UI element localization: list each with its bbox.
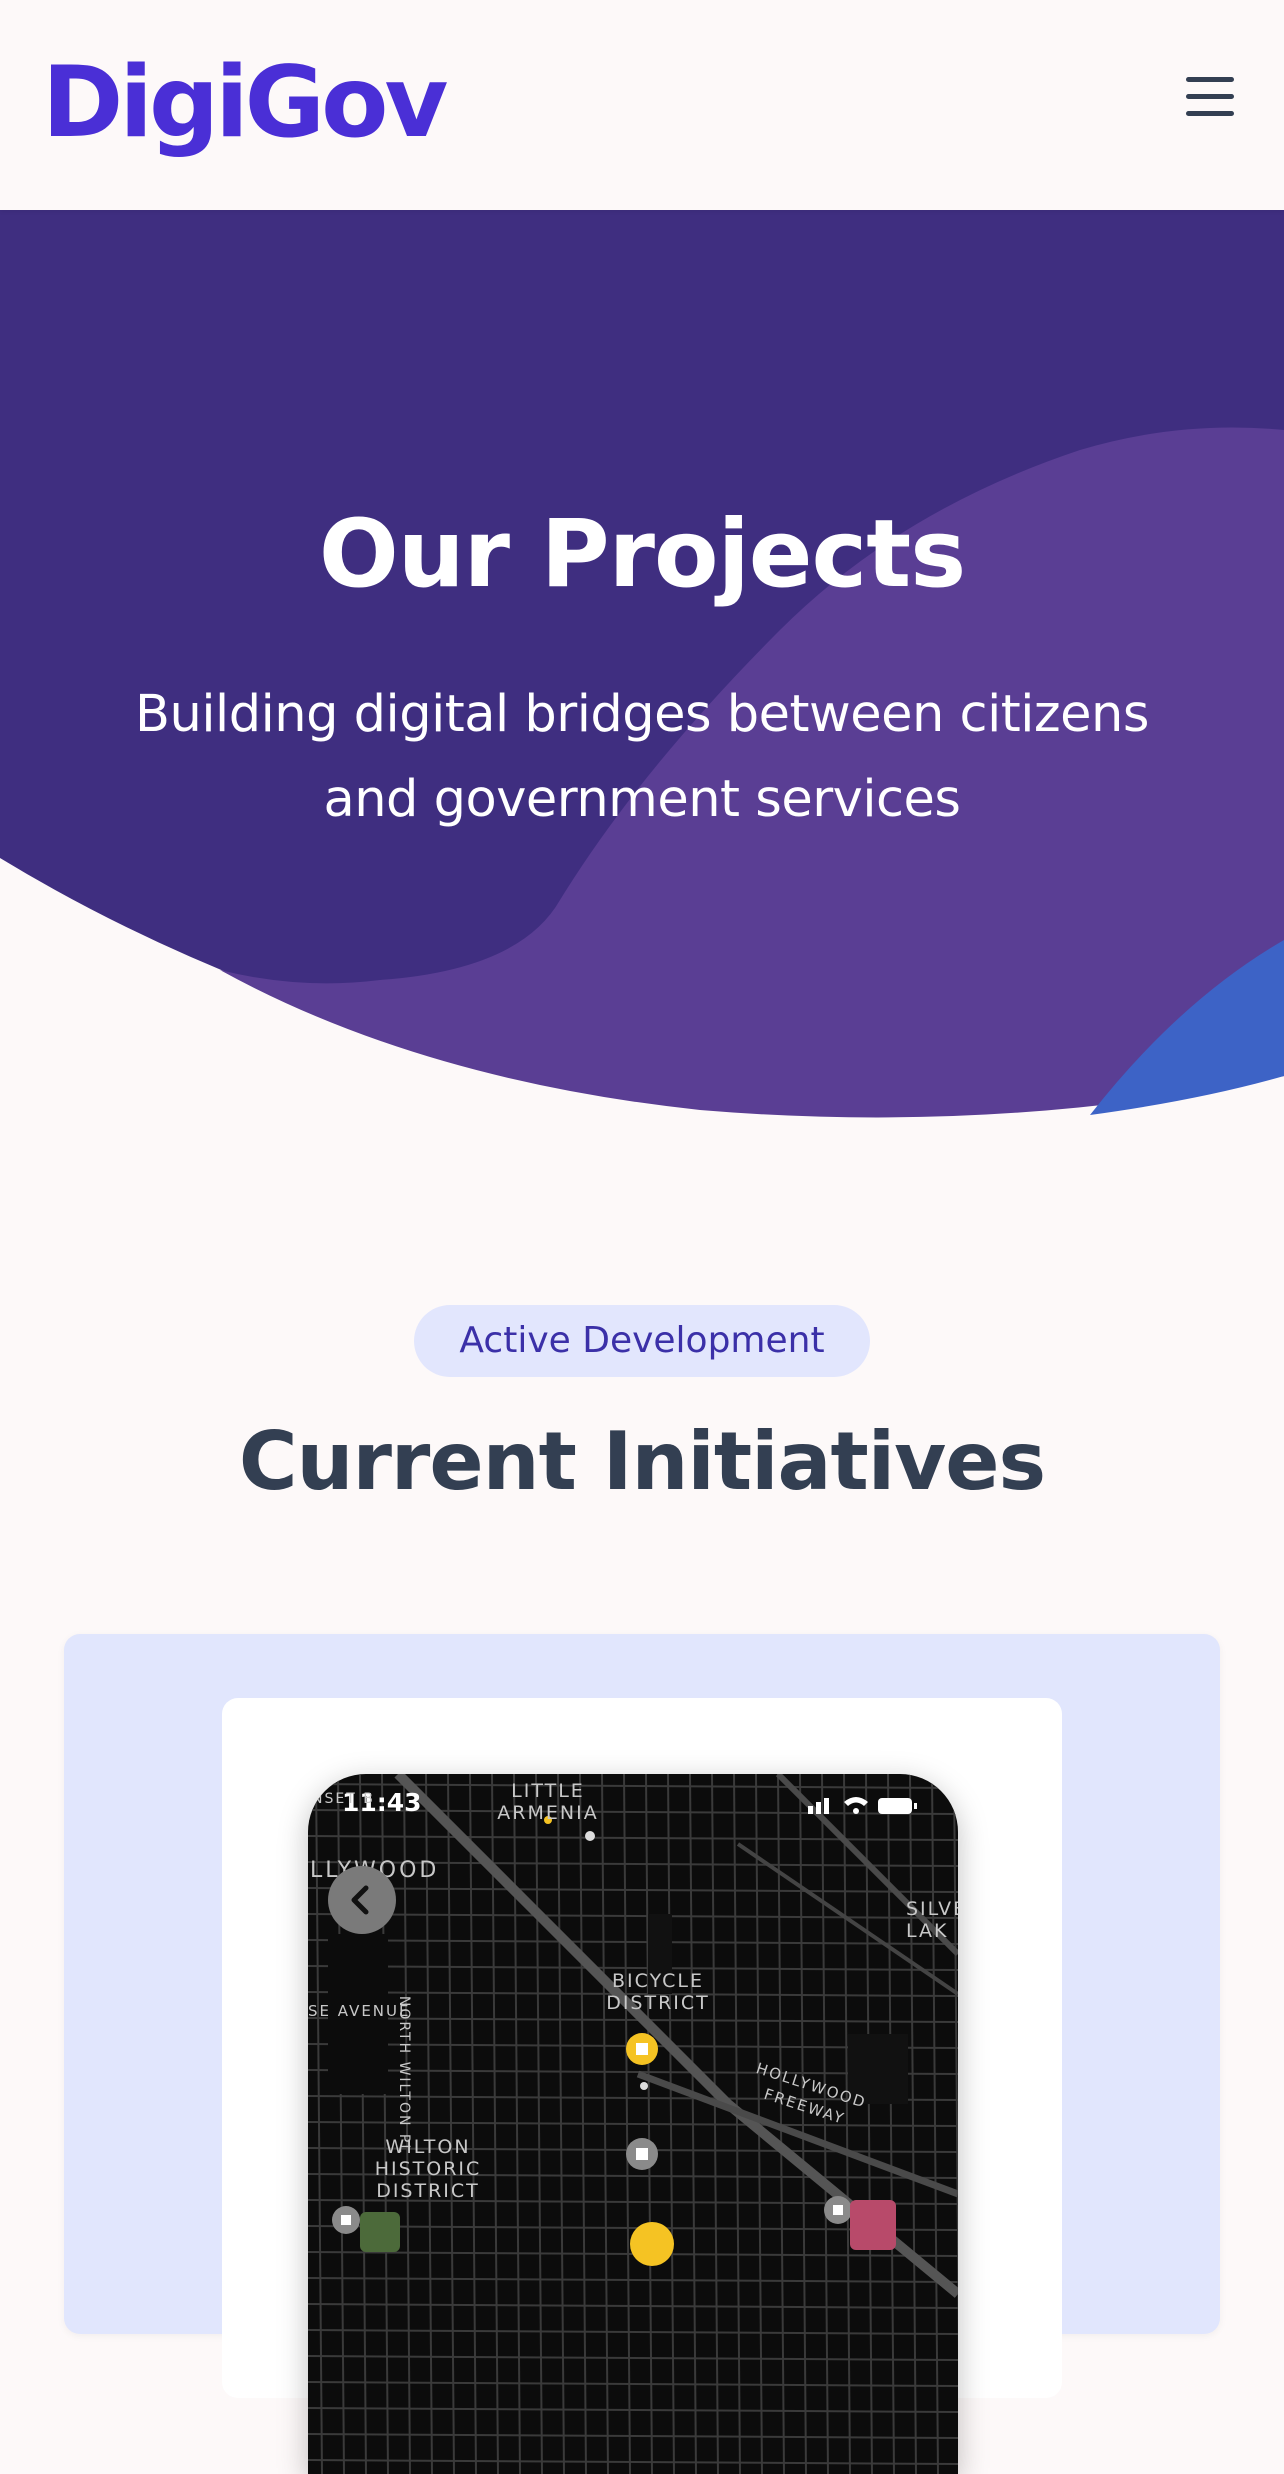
hero-title: Our Projects xyxy=(318,500,966,609)
map-label-sunset: NSET B xyxy=(312,1791,375,1807)
hero-background xyxy=(0,210,1284,1118)
project-card[interactable]: 11:43 LITTLE ARMENIA NSET B LLYWOOD SILV… xyxy=(64,1634,1220,2474)
phone-mockup: 11:43 LITTLE ARMENIA NSET B LLYWOOD SILV… xyxy=(308,1774,958,2474)
signal-wifi-battery-icon xyxy=(808,1797,917,1814)
hamburger-menu-icon xyxy=(1186,77,1234,116)
hero-section: Our Projects Building digital bridges be… xyxy=(0,210,1284,1130)
project-card-image-frame: 11:43 LITTLE ARMENIA NSET B LLYWOOD SILV… xyxy=(222,1698,1062,2474)
map-label-little-armenia: LITTLE ARMENIA xyxy=(497,1780,599,1824)
hamburger-menu-button[interactable] xyxy=(1180,66,1242,128)
logo[interactable]: DigiGov xyxy=(42,38,448,168)
status-badge: Active Development xyxy=(414,1305,870,1377)
site-header: DigiGov xyxy=(0,0,1284,210)
map-label-bicycle-district: BICYCLE DISTRICT xyxy=(606,1970,710,2014)
back-button[interactable] xyxy=(328,1866,396,1934)
map-label-wilton-historic: WILTON HISTORIC DISTRICT xyxy=(374,2136,482,2202)
chevron-left-icon xyxy=(351,1885,369,1915)
map-label-silver-lake: SILVE LAK xyxy=(906,1898,958,1942)
map-label-north-wilton: NORTH WILTON PL xyxy=(396,1995,412,2155)
section-title: Current Initiatives xyxy=(238,1415,1046,1508)
hero-subtitle: Building digital bridges between citizen… xyxy=(135,685,1149,829)
